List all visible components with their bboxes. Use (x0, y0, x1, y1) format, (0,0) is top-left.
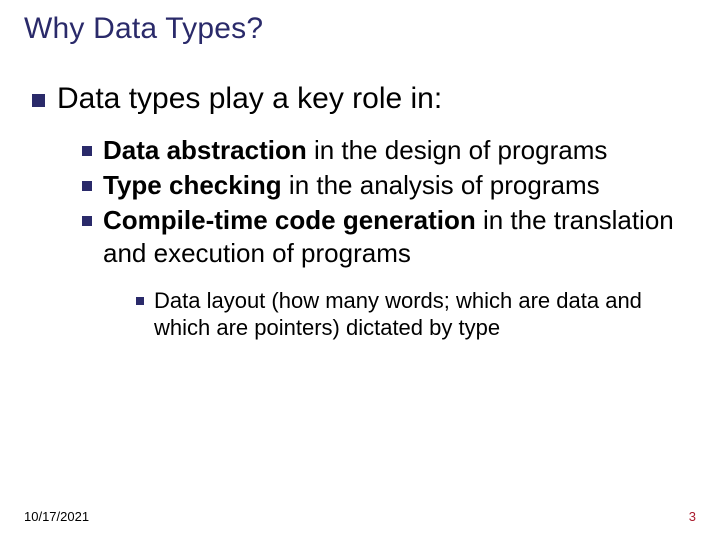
square-bullet-icon (82, 216, 92, 226)
square-bullet-icon (82, 181, 92, 191)
bullet-level3: Data layout (how many words; which are d… (136, 287, 696, 342)
level2-text: Type checking in the analysis of program… (103, 169, 600, 202)
level2-group: Data abstraction in the design of progra… (82, 134, 696, 271)
level2-rest: in the design of programs (307, 135, 608, 165)
level2-bold: Data abstraction (103, 135, 307, 165)
footer-page-number: 3 (689, 509, 696, 524)
slide-title: Why Data Types? (24, 12, 696, 46)
square-bullet-icon (136, 297, 144, 305)
level3-group: Data layout (how many words; which are d… (136, 287, 696, 342)
level1-text: Data types play a key role in: (57, 80, 442, 118)
level2-text: Data abstraction in the design of progra… (103, 134, 607, 167)
level2-rest: in the analysis of programs (282, 170, 600, 200)
square-bullet-icon (32, 94, 45, 107)
level3-text: Data layout (how many words; which are d… (154, 287, 696, 342)
slide: Why Data Types? Data types play a key ro… (0, 0, 720, 540)
bullet-level2: Data abstraction in the design of progra… (82, 134, 696, 167)
level2-bold: Type checking (103, 170, 282, 200)
bullet-level2: Type checking in the analysis of program… (82, 169, 696, 202)
bullet-level2: Compile-time code generation in the tran… (82, 204, 696, 271)
level2-text: Compile-time code generation in the tran… (103, 204, 696, 271)
bullet-level1: Data types play a key role in: (32, 80, 696, 118)
footer-date: 10/17/2021 (24, 509, 89, 524)
level2-bold: Compile-time code generation (103, 205, 476, 235)
square-bullet-icon (82, 146, 92, 156)
